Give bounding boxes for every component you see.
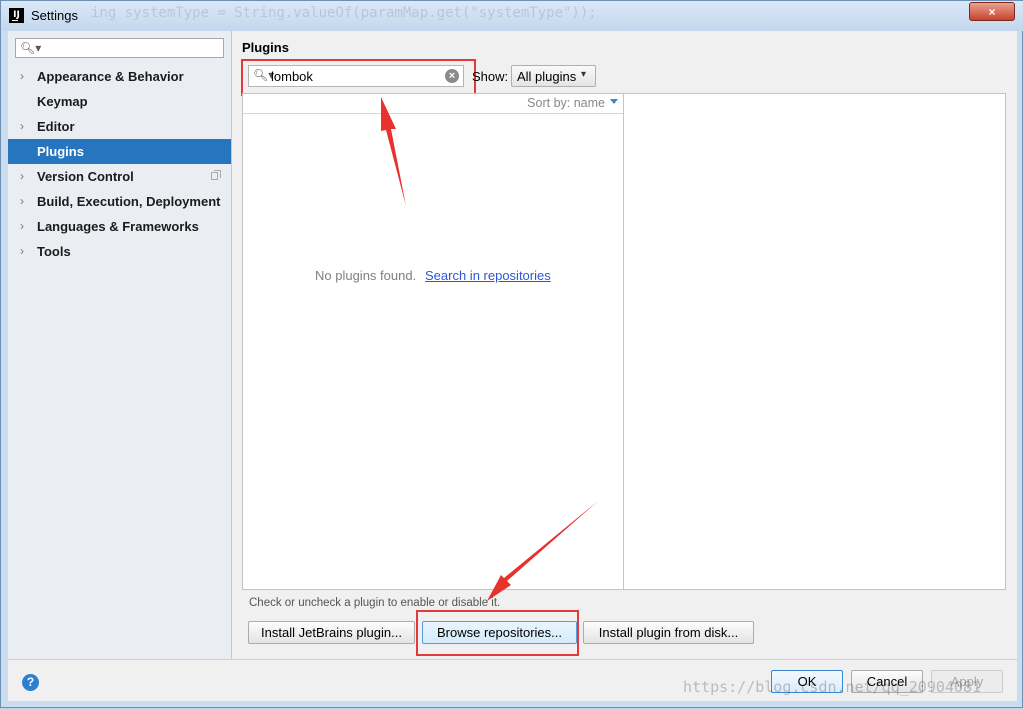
annotation-arrow-down xyxy=(487,501,598,601)
annotation-arrows xyxy=(381,97,598,601)
settings-window: IJ Settings ing systemType = String.valu… xyxy=(0,0,1023,708)
annotation-arrow-up xyxy=(381,97,406,206)
